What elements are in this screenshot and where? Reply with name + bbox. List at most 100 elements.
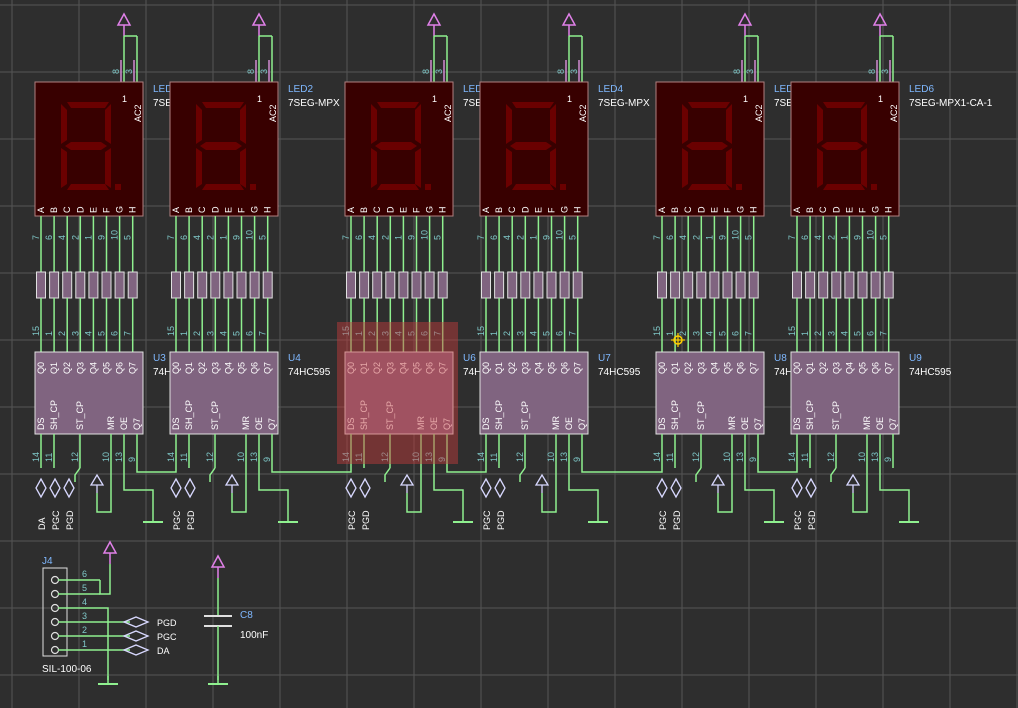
resistor[interactable] xyxy=(870,271,881,299)
seven-segment-display[interactable]: 1 AC2 xyxy=(655,81,765,217)
resistor[interactable] xyxy=(114,271,125,299)
resistor[interactable] xyxy=(184,271,195,299)
resistor[interactable] xyxy=(696,271,707,299)
resistor[interactable] xyxy=(748,271,759,299)
shift-register[interactable]: Q0 Q1 Q2 Q3 Q4 Q5 Q6 Q7DS SH_CP ST_CP MR OE Q7 xyxy=(790,351,900,435)
resistor[interactable] xyxy=(49,271,60,299)
wire xyxy=(123,468,154,514)
resistor[interactable] xyxy=(62,271,73,299)
resistor[interactable] xyxy=(223,271,234,299)
seven-segment-display[interactable]: 1 AC2 xyxy=(479,81,589,217)
display-common-pin: AC2 xyxy=(133,104,143,122)
display-pin-number: 1 xyxy=(878,94,883,104)
segment-e xyxy=(817,148,823,188)
resistor[interactable] xyxy=(546,271,557,299)
register-reference: U6 xyxy=(463,353,476,364)
resistor[interactable] xyxy=(437,271,448,299)
segment-dp xyxy=(425,184,431,190)
shift-register[interactable]: Q0 Q1 Q2 Q3 Q4 Q5 Q6 Q7DS SH_CP ST_CP MR OE Q7 xyxy=(655,351,765,435)
resistor[interactable] xyxy=(818,271,829,299)
resistor[interactable] xyxy=(494,271,505,299)
resistor[interactable] xyxy=(722,271,733,299)
resistor[interactable] xyxy=(792,271,802,299)
resistor[interactable] xyxy=(372,271,383,299)
resistor[interactable] xyxy=(101,271,112,299)
connector-j4[interactable]: J4 6 5 4 3 2 1 SIL-100-06 PGD PGC DA xyxy=(42,540,177,685)
resistor[interactable] xyxy=(857,271,868,299)
display-pin-number: 1 xyxy=(257,94,262,104)
resistor[interactable] xyxy=(559,271,570,299)
resistor[interactable] xyxy=(683,271,694,299)
register-output-name: Q5 xyxy=(723,362,733,374)
net-label: PGC xyxy=(793,510,803,530)
resistor[interactable] xyxy=(831,271,842,299)
resistor[interactable] xyxy=(424,271,435,299)
channel-6: 8 31AC2LED67SEG-MPX1-CA-1A715B61C42D23E14… xyxy=(787,12,993,530)
connector-net-label: PGC xyxy=(157,632,177,642)
wire xyxy=(258,468,289,514)
seven-segment-display[interactable]: 1 AC2 xyxy=(169,81,279,217)
resistor[interactable] xyxy=(533,271,544,299)
connector-part-name: SIL-100-06 xyxy=(42,664,92,675)
register-output-name: Q7 xyxy=(749,362,759,374)
resistor[interactable] xyxy=(398,271,409,299)
pin-number: 6 xyxy=(489,235,499,240)
selection-highlight[interactable] xyxy=(337,322,458,464)
resistor[interactable] xyxy=(249,271,260,299)
net-port-icon xyxy=(170,477,182,499)
shift-register[interactable]: Q0 Q1 Q2 Q3 Q4 Q5 Q6 Q7DS SH_CP ST_CP MR OE Q7 xyxy=(479,351,589,435)
resistor[interactable] xyxy=(411,271,422,299)
resistor[interactable] xyxy=(883,271,894,299)
register-output-name: Q5 xyxy=(102,362,112,374)
connector-pin-icon xyxy=(50,575,60,585)
wire xyxy=(541,468,557,513)
register-input-name: SH_CP xyxy=(670,400,680,430)
seven-segment-display[interactable]: 1 AC2 xyxy=(790,81,900,217)
pin-number: 3 xyxy=(205,331,215,336)
schematic-sheet[interactable]: 831AC2LED17SEG-MPXA715B61C42D23E14F95G10… xyxy=(0,0,1018,708)
pin-number: 14 xyxy=(166,452,176,462)
segment-b xyxy=(240,104,246,144)
resistor[interactable] xyxy=(670,271,681,299)
capacitor-c8[interactable]: C8 100nF xyxy=(204,554,268,685)
vcc-arrow-icon xyxy=(872,12,888,26)
shift-register[interactable]: Q0 Q1 Q2 Q3 Q4 Q5 Q6 Q7DS SH_CP ST_CP MR OE Q7 xyxy=(169,351,279,435)
resistor[interactable] xyxy=(385,271,396,299)
resistor[interactable] xyxy=(262,271,273,299)
resistor[interactable] xyxy=(197,271,208,299)
seven-segment-display[interactable]: 1 AC2 xyxy=(34,81,144,217)
segment-c xyxy=(240,148,246,188)
resistor[interactable] xyxy=(520,271,531,299)
schematic-canvas[interactable]: 831AC2LED17SEG-MPXA715B61C42D23E14F95G10… xyxy=(0,0,1018,708)
seven-segment-display[interactable]: 1 AC2 xyxy=(344,81,454,217)
register-input-name: Q7 xyxy=(132,418,142,430)
resistor[interactable] xyxy=(236,271,247,299)
resistor[interactable] xyxy=(346,271,356,299)
resistor[interactable] xyxy=(127,271,138,299)
resistor[interactable] xyxy=(36,271,46,299)
resistor[interactable] xyxy=(359,271,370,299)
schematic-content[interactable]: 831AC2LED17SEG-MPXA715B61C42D23E14F95G10… xyxy=(31,12,993,685)
pin-number: 11 xyxy=(489,453,499,462)
resistor[interactable] xyxy=(210,271,221,299)
shift-register[interactable]: Q0 Q1 Q2 Q3 Q4 Q5 Q6 Q7DS SH_CP ST_CP MR OE Q7 xyxy=(34,351,144,435)
resistor[interactable] xyxy=(844,271,855,299)
ground-icon xyxy=(899,514,919,523)
resistor[interactable] xyxy=(507,271,518,299)
resistor[interactable] xyxy=(171,271,181,299)
ground-icon xyxy=(208,676,228,685)
net-label: PGC xyxy=(658,510,668,530)
resistor[interactable] xyxy=(572,271,583,299)
segment-pin-name: F xyxy=(723,207,733,213)
resistor[interactable] xyxy=(805,271,816,299)
resistor[interactable] xyxy=(88,271,99,299)
pin-number: 10 xyxy=(101,452,111,462)
resistor[interactable] xyxy=(735,271,746,299)
pin-number: 4 xyxy=(192,235,202,240)
resistor[interactable] xyxy=(709,271,720,299)
segment-c xyxy=(415,148,421,188)
resistor[interactable] xyxy=(481,271,491,299)
resistor[interactable] xyxy=(75,271,86,299)
resistor[interactable] xyxy=(657,271,667,299)
register-input-name: OE xyxy=(254,417,264,430)
